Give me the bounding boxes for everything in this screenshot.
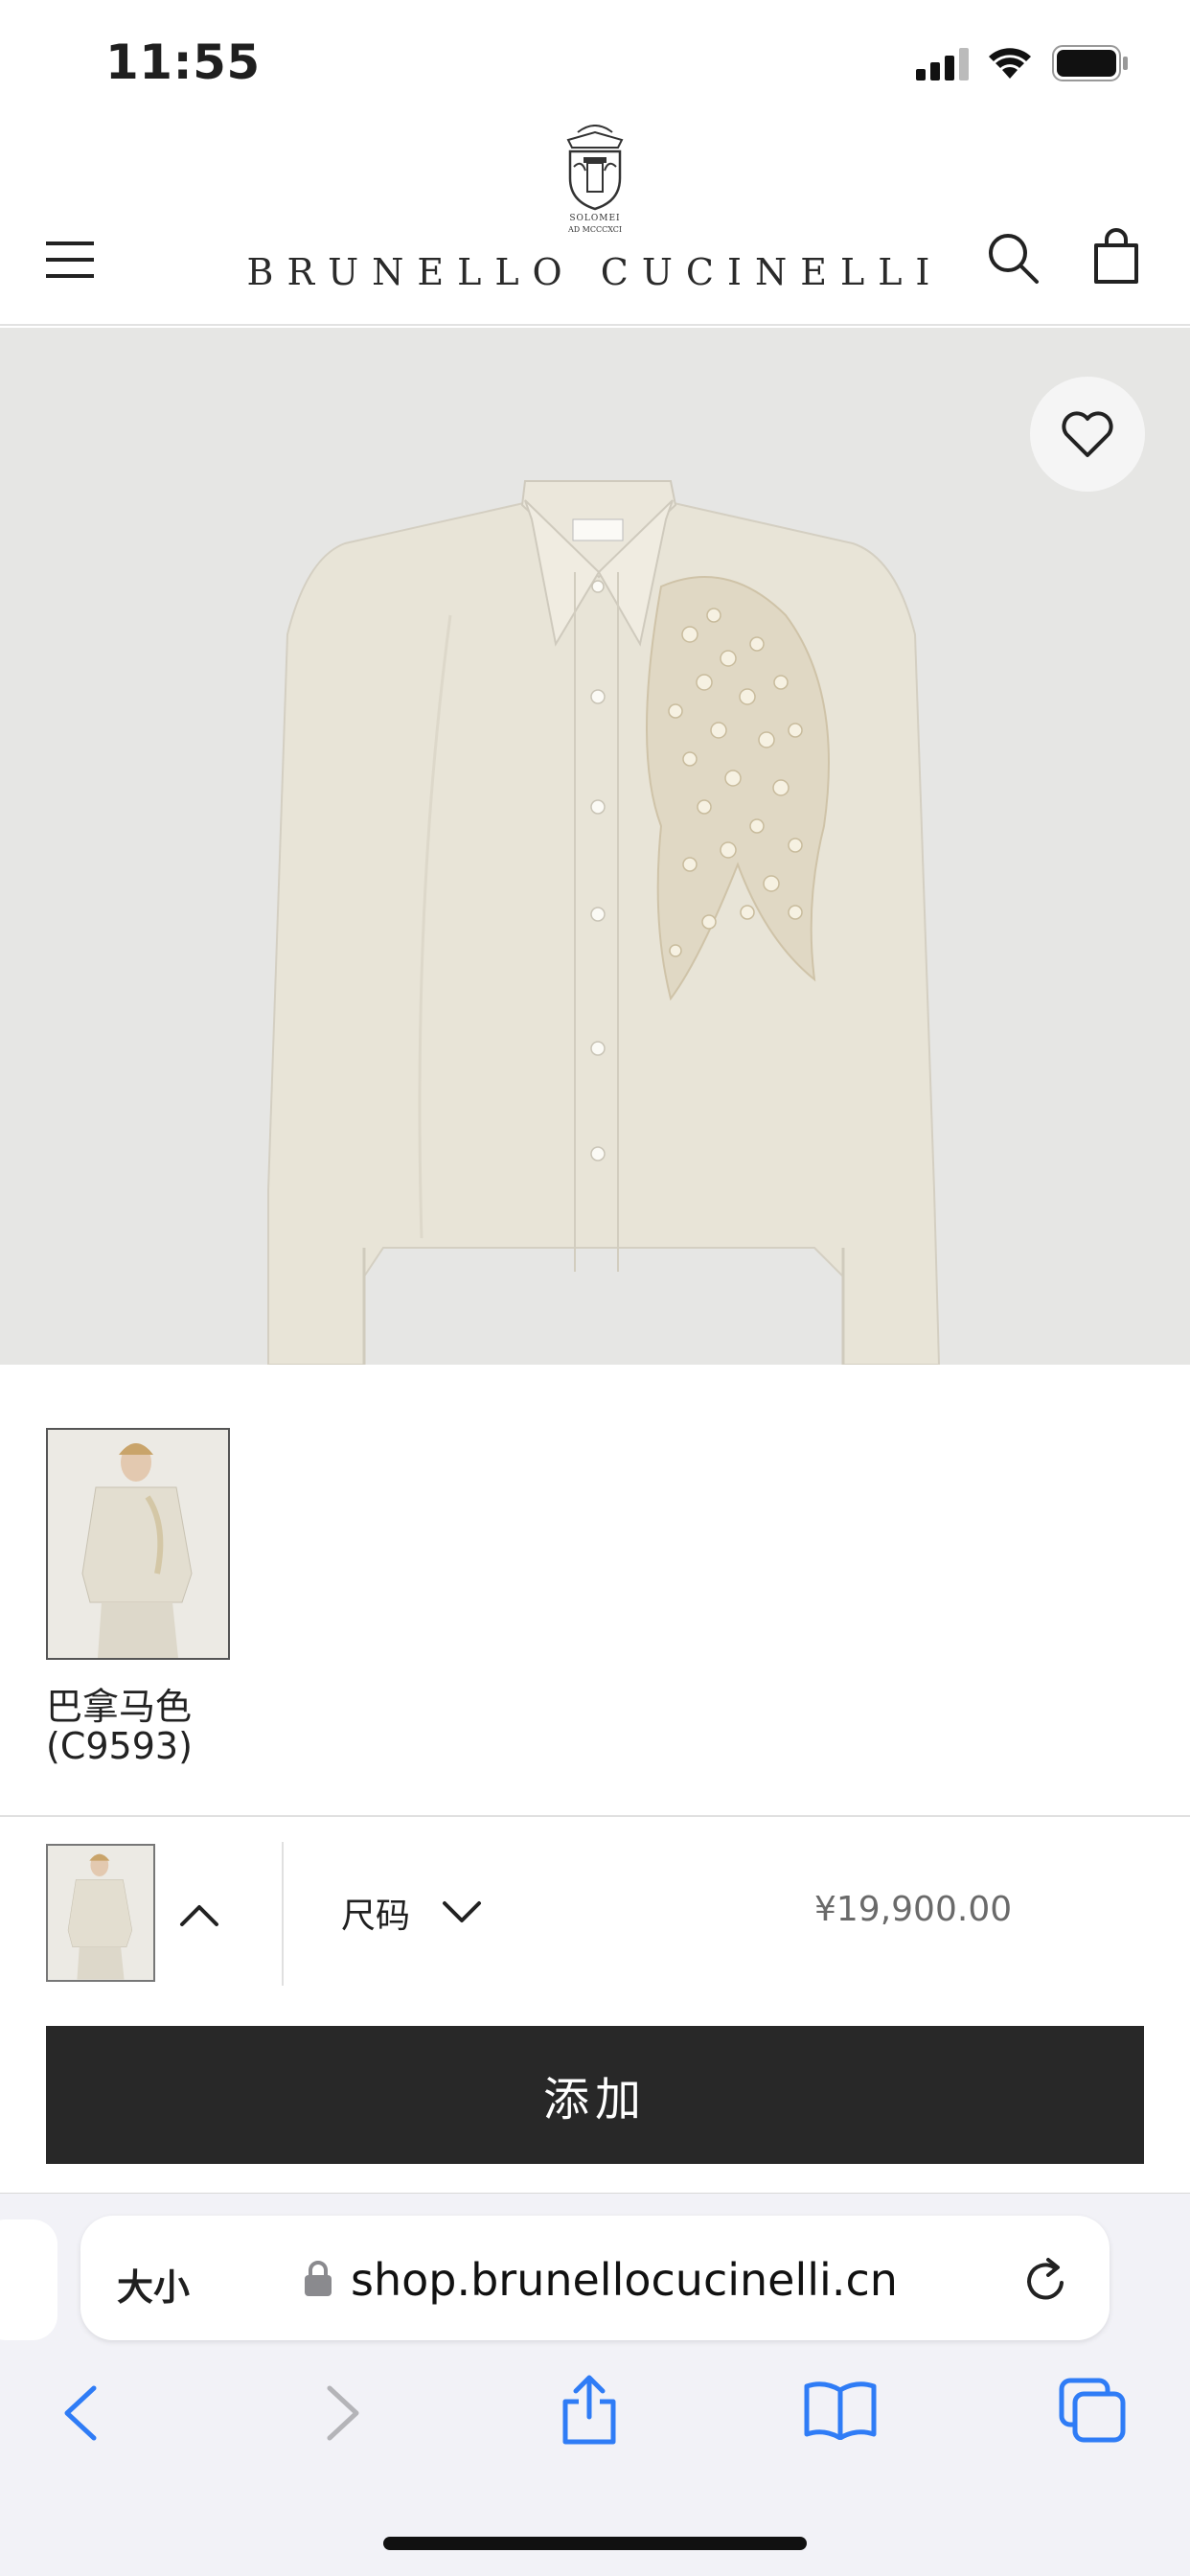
share-icon[interactable] [558,2373,621,2446]
shopping-bag-icon[interactable] [1092,228,1140,286]
site-header: SOLOMEI AD MCCCXCI BRUNELLO CUCINELLI [0,125,1190,326]
status-time: 11:55 [105,34,261,90]
product-price: ¥19,900.00 [814,1890,1013,1929]
logo-caption-solomei: SOLOMEI [569,214,620,223]
size-label: 尺码 [341,1897,411,1936]
text-size-button[interactable]: 大小 [117,2258,190,2311]
shirt-image [267,480,941,1365]
wishlist-button[interactable] [1030,377,1145,492]
vertical-divider [282,1842,284,1986]
product-hero-image[interactable] [0,328,1190,1365]
mini-model-photo [48,1846,153,1980]
swatch-label-code: (C9593) [46,1725,193,1767]
chevron-up-icon[interactable] [178,1901,220,1928]
model-photo [48,1430,228,1658]
url-text[interactable]: shop.brunellocucinelli.cn [351,2254,898,2306]
logo-caption-year: AD MCCCXCI [567,225,622,234]
divider [0,1815,1190,1817]
home-indicator [383,2537,807,2550]
previous-tab-preview[interactable] [0,2220,57,2340]
back-arrow-icon[interactable] [59,2384,103,2442]
status-bar: 11:55 [0,0,1190,125]
cellular-signal-icon [916,48,969,80]
reload-icon[interactable] [1021,2256,1071,2306]
chevron-down-icon [443,1901,481,1922]
search-icon[interactable] [987,232,1041,286]
wifi-icon [989,48,1031,79]
swatch-label-color: 巴拿马色 [46,1686,193,1728]
forward-arrow-icon[interactable] [320,2384,364,2442]
lock-icon [305,2261,332,2296]
tabs-icon[interactable] [1058,2377,1127,2444]
size-selector[interactable]: 尺码 [341,1878,494,1938]
mini-thumbnail[interactable] [46,1844,155,1982]
heart-icon [1062,411,1113,457]
battery-icon [1052,45,1128,81]
color-swatch-thumbnail[interactable] [46,1428,230,1660]
brand-crest-logo[interactable]: SOLOMEI AD MCCCXCI [549,125,641,238]
bookmarks-icon[interactable] [803,2379,878,2440]
add-to-bag-button[interactable]: 添加 [46,2026,1144,2164]
